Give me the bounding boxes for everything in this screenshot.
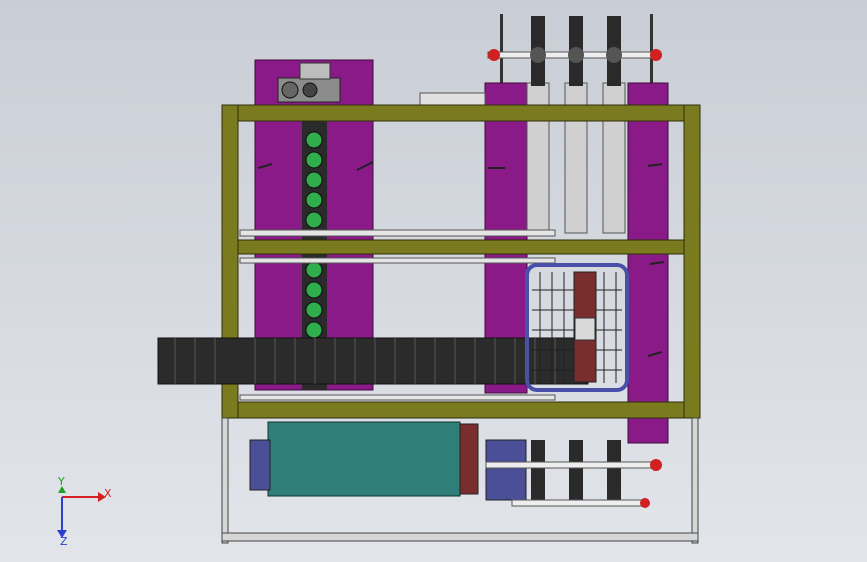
cable-drag-chain: [157, 337, 589, 385]
cad-viewport[interactable]: X Y Z: [0, 0, 867, 562]
y-axis-label: Y: [57, 475, 65, 488]
z-axis-label: Z: [60, 535, 68, 548]
x-axis-label: X: [104, 487, 112, 500]
top-bracket: [419, 92, 486, 106]
model-canvas[interactable]: X Y Z: [0, 0, 867, 562]
